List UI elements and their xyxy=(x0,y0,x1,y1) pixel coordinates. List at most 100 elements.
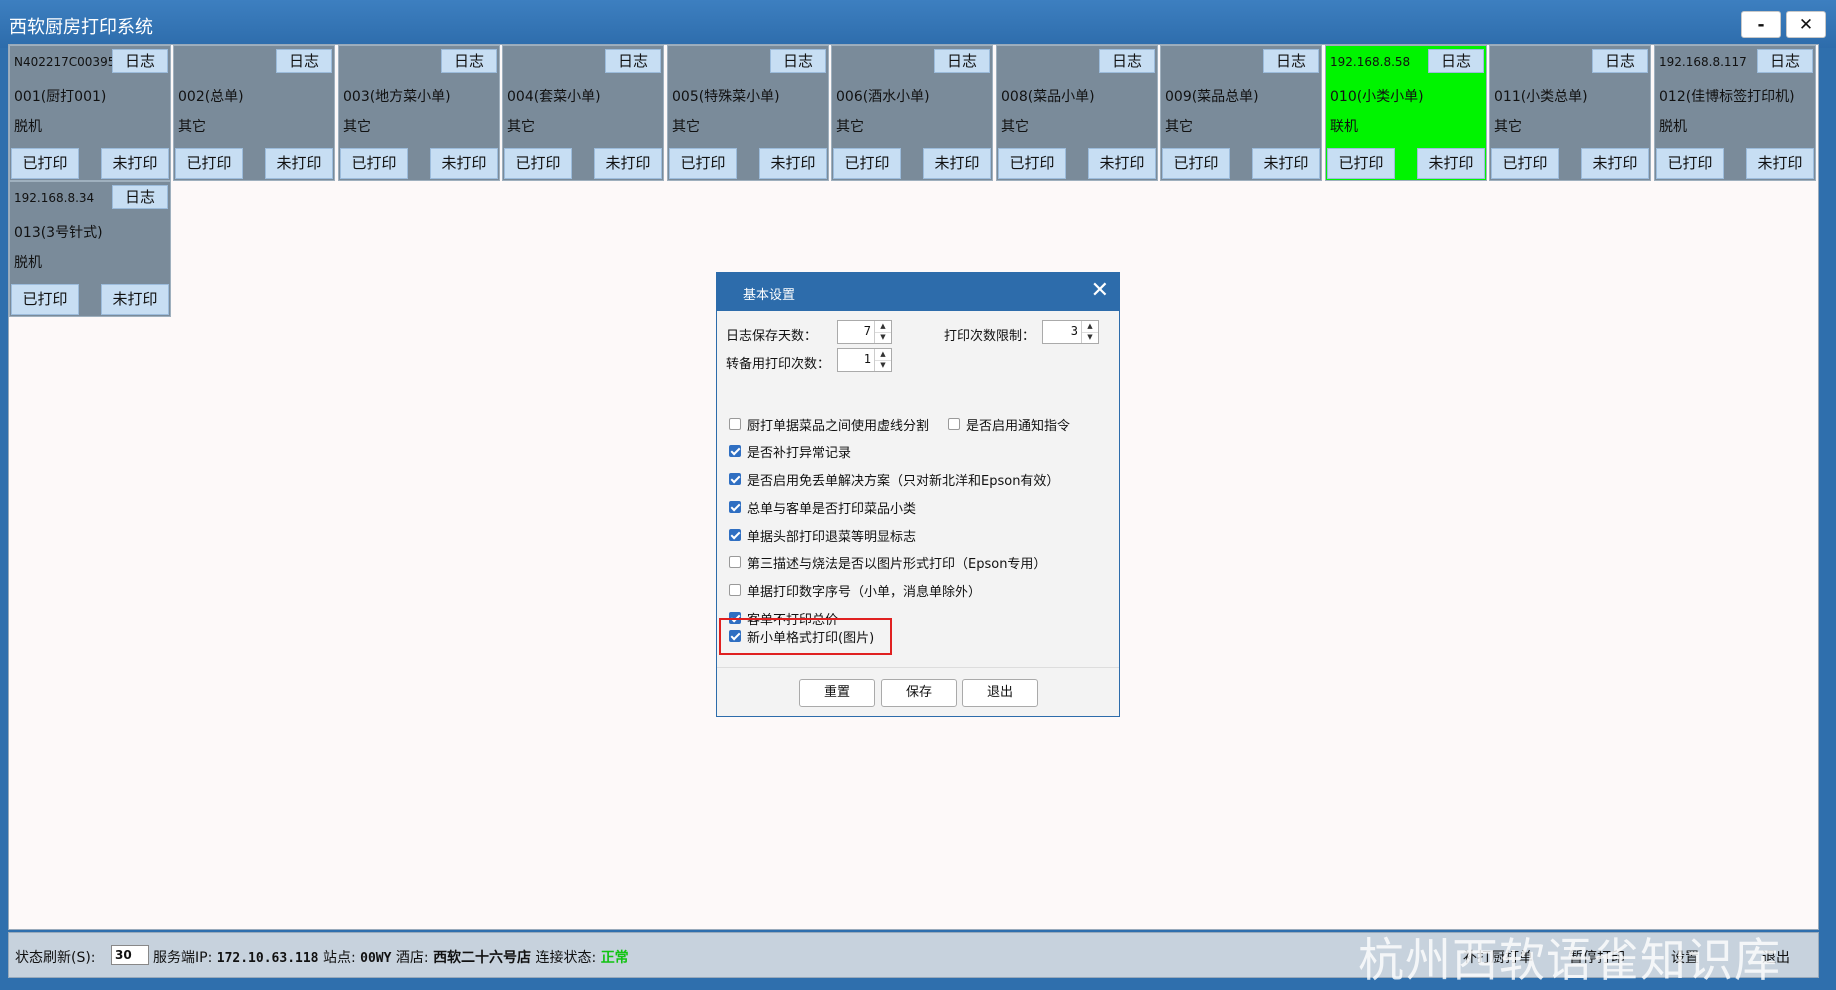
log-button[interactable]: 日志 xyxy=(1428,49,1484,73)
option-row[interactable]: 第三描述与烧法是否以图片形式打印（Epson专用） xyxy=(729,551,1046,573)
option-checkbox[interactable] xyxy=(729,418,741,430)
connection-label: 连接状态: xyxy=(535,950,597,966)
printer-status: 其它 xyxy=(178,119,206,135)
printed-button[interactable]: 已打印 xyxy=(669,148,737,179)
server-ip-label: 服务端IP: xyxy=(153,950,213,966)
close-window-button[interactable]: ✕ xyxy=(1786,11,1826,38)
unprinted-button[interactable]: 未打印 xyxy=(923,148,991,179)
option-row[interactable]: 厨打单据菜品之间使用虚线分割 xyxy=(729,413,929,435)
printed-button[interactable]: 已打印 xyxy=(1491,148,1559,179)
printed-button[interactable]: 已打印 xyxy=(175,148,243,179)
exit-button[interactable]: 退出 xyxy=(962,679,1038,707)
option-row[interactable]: 是否启用免丢单解决方案（只对新北洋和Epson有效） xyxy=(729,468,1059,490)
dialog-close-icon[interactable]: ✕ xyxy=(1091,279,1109,303)
option-checkbox[interactable] xyxy=(729,501,741,513)
printer-tile: 192.168.8.34 日志 013(3号针式) 脱机 已打印 未打印 xyxy=(9,181,171,317)
unprinted-button[interactable]: 未打印 xyxy=(594,148,662,179)
printer-name: 012(佳博标签打印机) xyxy=(1659,89,1795,105)
printer-tile: 日志 002(总单) 其它 已打印 未打印 xyxy=(173,45,335,181)
option-row[interactable]: 单据打印数字序号（小单，消息单除外） xyxy=(729,579,981,601)
option-checkbox[interactable] xyxy=(729,584,741,596)
dialog-header: 基本设置 ✕ xyxy=(717,273,1119,311)
option-checkbox[interactable] xyxy=(729,630,741,642)
option-row[interactable]: 是否启用通知指令 xyxy=(948,413,1070,435)
option-row[interactable]: 单据头部打印退菜等明显标志 xyxy=(729,524,916,546)
unprinted-button[interactable]: 未打印 xyxy=(759,148,827,179)
printed-button[interactable]: 已打印 xyxy=(1162,148,1230,179)
printer-name: 001(厨打001) xyxy=(14,89,107,105)
watermark: 杭州西软语雀知识库 xyxy=(1358,933,1781,987)
settings-dialog: 基本设置 ✕ 日志保存天数： 7 ▲ ▼ 打印次数限制： 3 ▲ ▼ 转备用打印… xyxy=(716,272,1120,717)
option-checkbox[interactable] xyxy=(729,529,741,541)
printed-button[interactable]: 已打印 xyxy=(340,148,408,179)
print-limit-stepper[interactable]: 3 ▲ ▼ xyxy=(1042,320,1099,344)
unprinted-button[interactable]: 未打印 xyxy=(1746,148,1814,179)
printer-name: 009(菜品总单) xyxy=(1165,89,1259,105)
refresh-interval-input[interactable]: 30 xyxy=(111,945,149,965)
option-row[interactable]: 总单与客单是否打印菜品小类 xyxy=(729,496,916,518)
backup-stepper[interactable]: 1 ▲ ▼ xyxy=(837,348,892,372)
backup-value: 1 xyxy=(863,352,871,366)
log-days-stepper[interactable]: 7 ▲ ▼ xyxy=(837,320,892,344)
unprinted-button[interactable]: 未打印 xyxy=(265,148,333,179)
printer-status: 其它 xyxy=(507,119,535,135)
printed-button[interactable]: 已打印 xyxy=(1327,148,1395,179)
app-title: 西软厨房打印系统 xyxy=(9,17,153,38)
minimize-button[interactable]: - xyxy=(1741,11,1781,38)
log-button[interactable]: 日志 xyxy=(441,49,497,73)
printer-tile: 日志 006(酒水小单) 其它 已打印 未打印 xyxy=(831,45,993,181)
unprinted-button[interactable]: 未打印 xyxy=(1252,148,1320,179)
option-row[interactable]: 新小单格式打印(图片) xyxy=(729,625,874,647)
printer-ip: 192.168.8.117 xyxy=(1659,55,1747,69)
printer-name: 008(菜品小单) xyxy=(1001,89,1095,105)
spin-down-icon[interactable]: ▼ xyxy=(875,332,891,343)
log-button[interactable]: 日志 xyxy=(605,49,661,73)
printer-tile: 日志 008(菜品小单) 其它 已打印 未打印 xyxy=(996,45,1158,181)
option-label: 总单与客单是否打印菜品小类 xyxy=(747,501,917,517)
printer-name: 010(小类小单) xyxy=(1330,89,1424,105)
log-button[interactable]: 日志 xyxy=(112,185,168,209)
option-label: 是否启用通知指令 xyxy=(966,418,1071,434)
option-label: 厨打单据菜品之间使用虚线分割 xyxy=(747,418,930,434)
option-label: 新小单格式打印(图片) xyxy=(747,630,875,646)
spin-arrows[interactable]: ▲ ▼ xyxy=(1081,321,1098,343)
printed-button[interactable]: 已打印 xyxy=(833,148,901,179)
log-button[interactable]: 日志 xyxy=(770,49,826,73)
reset-button[interactable]: 重置 xyxy=(799,679,875,707)
printed-button[interactable]: 已打印 xyxy=(504,148,572,179)
unprinted-button[interactable]: 未打印 xyxy=(1581,148,1649,179)
unprinted-button[interactable]: 未打印 xyxy=(430,148,498,179)
log-button[interactable]: 日志 xyxy=(276,49,332,73)
site-value: 00WY xyxy=(360,951,392,966)
option-checkbox[interactable] xyxy=(729,473,741,485)
divider xyxy=(717,667,1119,668)
log-button[interactable]: 日志 xyxy=(1263,49,1319,73)
log-button[interactable]: 日志 xyxy=(1757,49,1813,73)
unprinted-button[interactable]: 未打印 xyxy=(1417,148,1485,179)
option-label: 是否启用免丢单解决方案（只对新北洋和Epson有效） xyxy=(747,473,1060,489)
printer-status: 联机 xyxy=(1330,119,1358,135)
unprinted-button[interactable]: 未打印 xyxy=(101,284,169,315)
option-row[interactable]: 是否补打异常记录 xyxy=(729,440,851,462)
printed-button[interactable]: 已打印 xyxy=(998,148,1066,179)
option-checkbox[interactable] xyxy=(729,445,741,457)
spin-arrows[interactable]: ▲ ▼ xyxy=(874,349,891,371)
log-button[interactable]: 日志 xyxy=(1099,49,1155,73)
option-checkbox[interactable] xyxy=(729,556,741,568)
unprinted-button[interactable]: 未打印 xyxy=(1088,148,1156,179)
log-button[interactable]: 日志 xyxy=(112,49,168,73)
log-button[interactable]: 日志 xyxy=(1592,49,1648,73)
option-checkbox[interactable] xyxy=(948,418,960,430)
print-limit-value: 3 xyxy=(1070,324,1078,338)
printed-button[interactable]: 已打印 xyxy=(11,148,79,179)
printed-button[interactable]: 已打印 xyxy=(1656,148,1724,179)
printed-button[interactable]: 已打印 xyxy=(11,284,79,315)
print-limit-label: 打印次数限制： xyxy=(944,329,1036,344)
unprinted-button[interactable]: 未打印 xyxy=(101,148,169,179)
spin-down-icon[interactable]: ▼ xyxy=(1082,332,1098,343)
log-button[interactable]: 日志 xyxy=(934,49,990,73)
spin-down-icon[interactable]: ▼ xyxy=(875,360,891,371)
spin-arrows[interactable]: ▲ ▼ xyxy=(874,321,891,343)
save-button[interactable]: 保存 xyxy=(881,679,957,707)
status-info: 服务端IP: 172.10.63.118 站点: 00WY 酒店: 西软二十六号… xyxy=(153,947,629,967)
